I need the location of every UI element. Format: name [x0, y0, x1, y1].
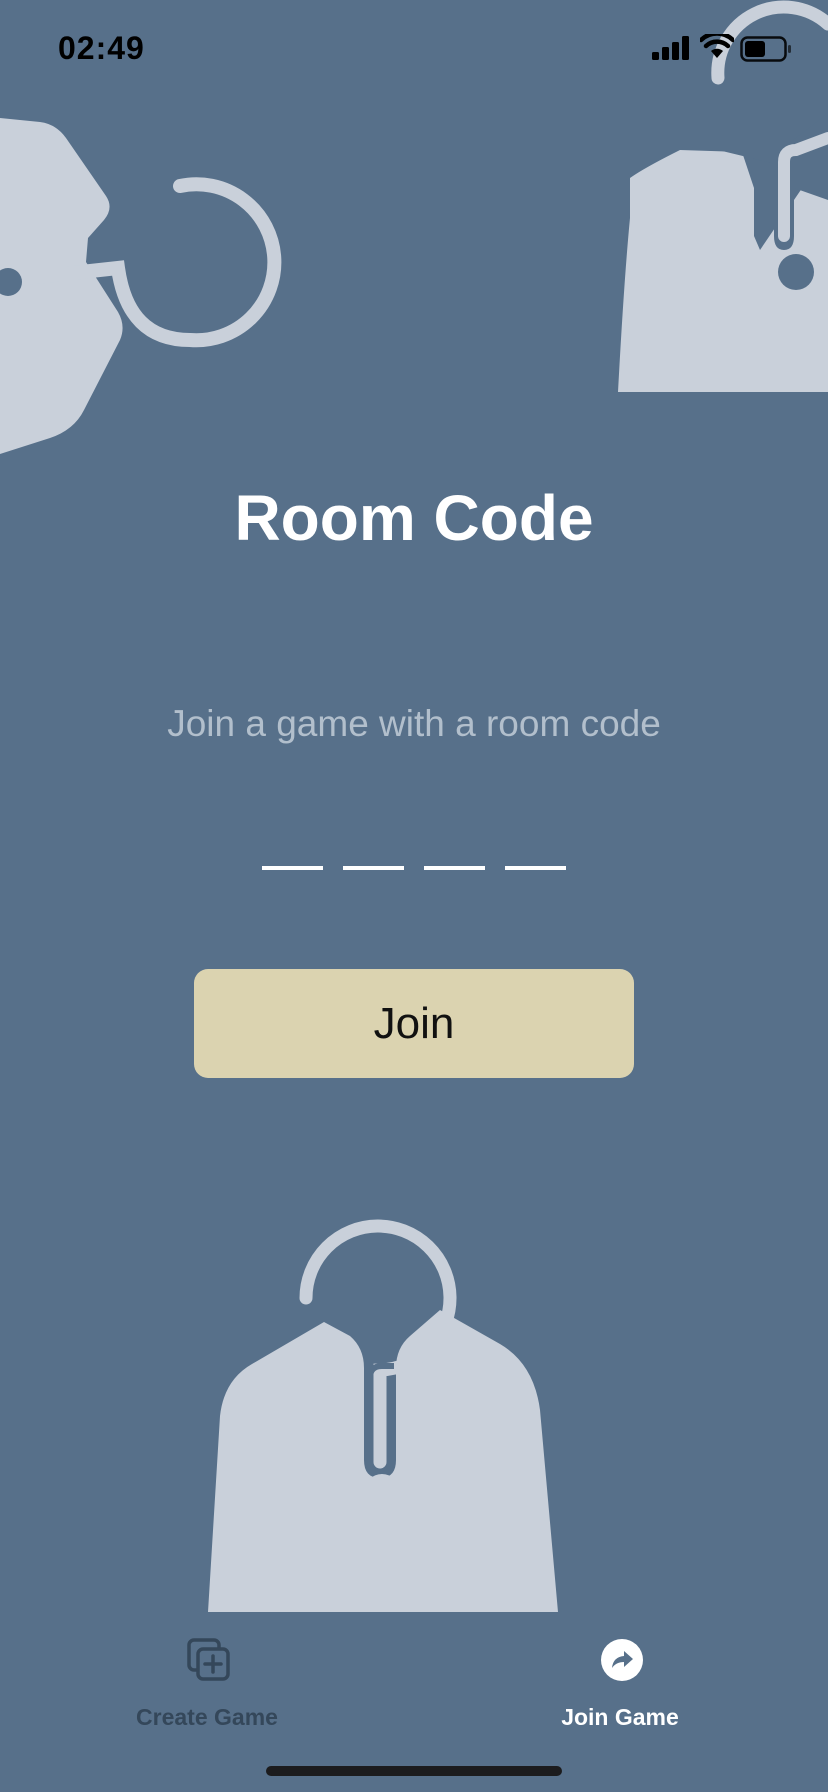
- code-digit-3[interactable]: [424, 830, 485, 870]
- hanger-bottom-center-icon: [208, 1219, 558, 1612]
- wifi-icon: [700, 34, 734, 58]
- code-digit-4[interactable]: [505, 830, 566, 870]
- tab-create-game[interactable]: Create Game: [107, 1630, 307, 1740]
- home-indicator[interactable]: [266, 1766, 562, 1776]
- create-game-icon: [187, 1638, 230, 1681]
- room-code-screen: 02:49 Room Code Join a game with a room …: [0, 0, 828, 1792]
- code-digit-1[interactable]: [262, 830, 323, 870]
- join-button[interactable]: Join: [194, 969, 634, 1078]
- cellular-signal-icon: [652, 36, 689, 60]
- status-time: 02:49: [58, 30, 145, 66]
- tab-join-game[interactable]: Join Game: [520, 1630, 720, 1740]
- battery-icon: [740, 36, 791, 62]
- tab-join-game-label: Join Game: [561, 1704, 679, 1730]
- tab-create-game-label: Create Game: [136, 1704, 278, 1730]
- code-digit-2[interactable]: [343, 830, 404, 870]
- page-subtitle: Join a game with a room code: [167, 703, 661, 744]
- status-bar: 02:49: [0, 0, 828, 100]
- join-game-icon: [601, 1639, 643, 1681]
- room-code-input[interactable]: [262, 830, 566, 870]
- page-title: Room Code: [234, 482, 594, 554]
